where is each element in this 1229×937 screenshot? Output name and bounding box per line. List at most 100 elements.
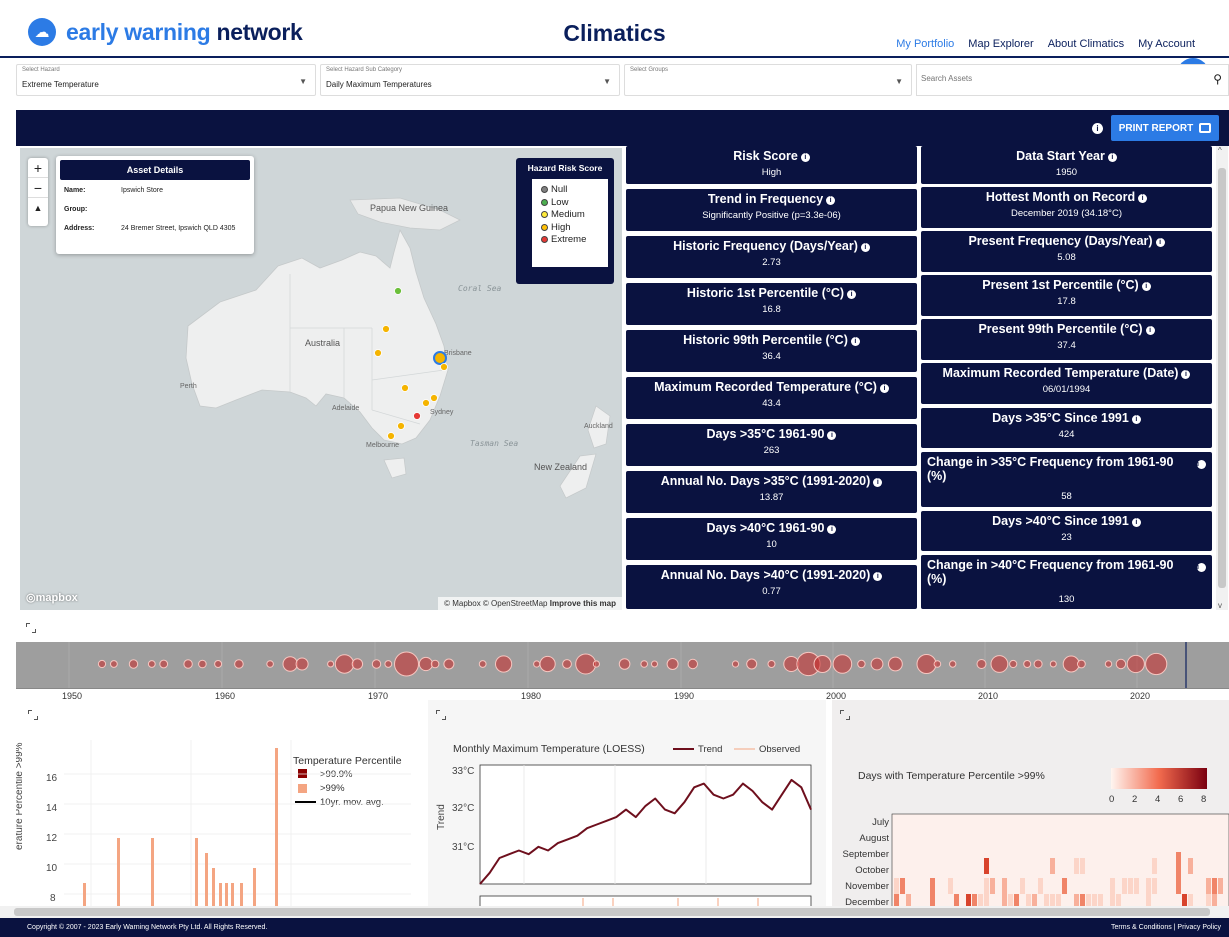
info-icon[interactable]: i [1197, 563, 1206, 572]
timeline-event[interactable] [687, 658, 698, 670]
improve-map-link[interactable]: Improve this map [550, 599, 616, 608]
event-timeline[interactable] [16, 642, 1229, 688]
nav-my-portfolio[interactable]: My Portfolio [896, 38, 954, 53]
timeline-event[interactable] [394, 651, 419, 677]
timeline-event[interactable] [198, 659, 207, 669]
expand-icon[interactable] [436, 710, 446, 720]
nav-my-account[interactable]: My Account [1138, 38, 1195, 53]
search-icon[interactable]: ⚲ [1213, 72, 1222, 86]
groups-select[interactable]: Select Groups ▼ [624, 64, 912, 96]
mapbox-logo[interactable]: ◎mapbox [26, 591, 78, 604]
timeline-event[interactable] [1145, 652, 1168, 676]
timeline-event[interactable] [562, 659, 572, 669]
info-icon[interactable]: i [800, 153, 810, 162]
timeline-event[interactable] [640, 660, 649, 668]
info-icon[interactable]: i [879, 384, 889, 393]
info-icon[interactable]: i [1131, 518, 1141, 527]
timeline-event[interactable] [327, 660, 335, 668]
timeline-event[interactable] [266, 660, 274, 668]
timeline-event[interactable] [183, 659, 193, 669]
timeline-event[interactable] [933, 660, 942, 668]
timeline-event[interactable] [1009, 659, 1018, 669]
timeline-event[interactable] [1104, 660, 1113, 668]
timeline-event[interactable] [539, 655, 556, 673]
asset-marker[interactable] [394, 287, 402, 295]
asset-marker[interactable] [374, 349, 382, 357]
timeline-event[interactable] [1049, 660, 1057, 668]
timeline-event[interactable] [916, 654, 937, 674]
info-icon[interactable]: i [1181, 370, 1191, 379]
timeline-event[interactable] [592, 660, 601, 668]
timeline-event[interactable] [1077, 659, 1086, 669]
info-icon[interactable]: i [1155, 238, 1165, 247]
asset-marker[interactable] [422, 399, 430, 407]
zoom-in-button[interactable]: + [28, 158, 48, 178]
timeline-event[interactable] [351, 658, 364, 670]
horizontal-scrollbar[interactable] [0, 906, 1229, 918]
timeline-event[interactable] [495, 655, 513, 673]
horizontal-scroll-thumb[interactable] [14, 908, 1210, 916]
expand-icon[interactable] [26, 623, 36, 633]
info-icon[interactable]: i [1107, 153, 1117, 162]
asset-marker[interactable] [382, 325, 390, 333]
timeline-event[interactable] [384, 660, 393, 668]
info-icon[interactable]: i [827, 431, 837, 440]
asset-map[interactable]: Papua New Guinea Coral Sea Australia Bri… [20, 148, 622, 610]
timeline-event[interactable] [418, 656, 433, 672]
asset-marker[interactable] [413, 412, 421, 420]
selected-asset-marker[interactable] [433, 351, 447, 365]
timeline-event[interactable] [651, 660, 658, 668]
info-icon[interactable]: i [1131, 415, 1141, 424]
info-icon[interactable]: i [1138, 194, 1148, 203]
timeline-event[interactable] [430, 659, 440, 669]
timeline-event[interactable] [1115, 658, 1127, 670]
timeline-event[interactable] [443, 658, 455, 670]
timeline-event[interactable] [1023, 660, 1032, 668]
timeline-event[interactable] [97, 659, 107, 669]
hazard-select[interactable]: Select Hazard Extreme Temperature ▼ [16, 64, 316, 96]
scroll-up-icon[interactable]: ^ [1218, 146, 1222, 155]
expand-icon[interactable] [28, 710, 38, 720]
info-icon[interactable]: i [826, 196, 836, 205]
timeline-event[interactable] [214, 660, 223, 668]
timeline-event[interactable] [110, 660, 118, 668]
compass-button[interactable]: ▲ [28, 198, 48, 218]
timeline-event[interactable] [478, 660, 487, 668]
asset-marker[interactable] [430, 394, 438, 402]
timeline-event[interactable] [147, 660, 156, 668]
timeline-event[interactable] [832, 654, 853, 674]
scroll-down-icon[interactable]: v [1218, 601, 1222, 610]
zoom-out-button[interactable]: − [28, 178, 48, 198]
info-icon[interactable]: i [847, 290, 857, 299]
timeline-event[interactable] [857, 659, 866, 669]
asset-marker[interactable] [401, 384, 409, 392]
timeline-event[interactable] [870, 657, 884, 671]
info-icon[interactable]: i [1092, 123, 1103, 134]
timeline-event[interactable] [1126, 654, 1145, 674]
info-icon[interactable]: i [873, 572, 883, 581]
asset-marker[interactable] [397, 422, 405, 430]
timeline-event[interactable] [533, 660, 541, 668]
timeline-event[interactable] [282, 656, 298, 672]
timeline-event[interactable] [1062, 655, 1080, 673]
timeline-event[interactable] [949, 660, 957, 668]
print-report-button[interactable]: PRINT REPORT [1111, 115, 1219, 141]
info-icon[interactable]: i [1145, 326, 1155, 335]
asset-marker[interactable] [387, 432, 395, 440]
nav-map-explorer[interactable]: Map Explorer [968, 38, 1033, 53]
search-input[interactable] [921, 74, 1181, 83]
info-icon[interactable]: i [1141, 282, 1151, 291]
timeline-event[interactable] [295, 657, 309, 671]
timeline-event[interactable] [746, 658, 758, 670]
timeline-event[interactable] [618, 658, 631, 670]
logo[interactable]: ☁ early warning network [28, 18, 303, 46]
timeline-event[interactable] [159, 659, 169, 669]
timeline-event[interactable] [813, 655, 832, 673]
timeline-event[interactable] [234, 659, 244, 669]
metrics-scrollbar[interactable]: ^ v [1216, 146, 1228, 610]
info-icon[interactable]: i [827, 525, 837, 534]
hazard-subcategory-select[interactable]: Select Hazard Sub Category Daily Maximum… [320, 64, 620, 96]
metrics-scroll-thumb[interactable] [1218, 168, 1226, 588]
attribution-text[interactable]: © Mapbox © OpenStreetMap [444, 599, 547, 608]
footer-links[interactable]: Terms & Conditions | Privacy Policy [1111, 924, 1221, 931]
